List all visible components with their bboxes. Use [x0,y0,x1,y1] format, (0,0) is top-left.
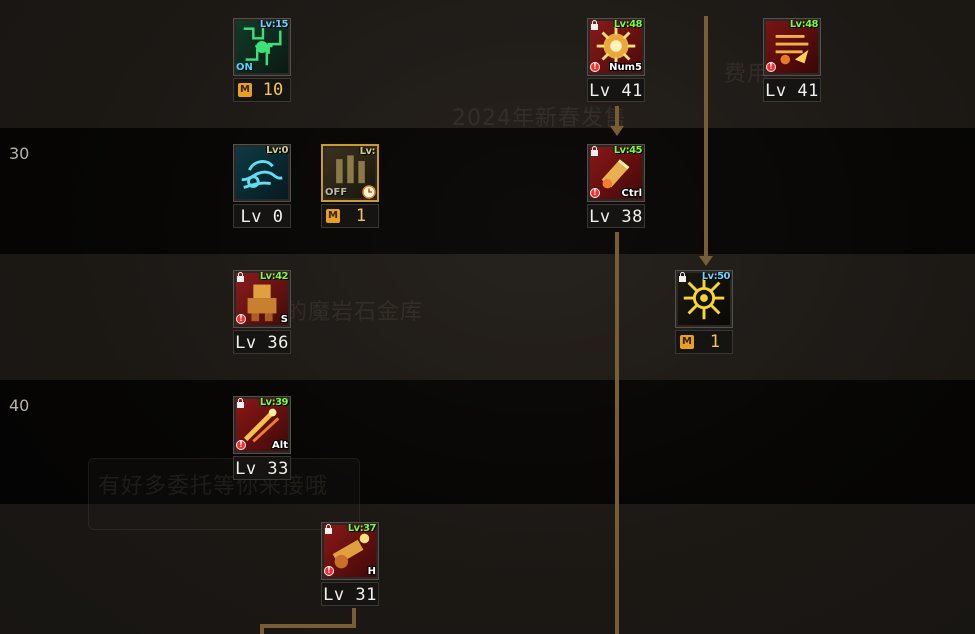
skill-level-value: Lv 41 [589,81,643,101]
level-row-label: 30 [9,144,30,163]
skill-slot[interactable]: Lv:39 ! Alt Lv 33 [231,396,293,482]
skill-level-value: Lv 41 [765,81,819,101]
required-level-tag: Lv:48 [613,19,643,30]
skill-level-box: Lv 36 [233,330,291,354]
sp-badge-icon: M [238,83,252,97]
hotkey-label: Alt [272,440,288,451]
skill-icon-frame[interactable]: Lv:0 [233,144,291,202]
skill-level-value: Lv 38 [589,207,643,227]
skill-point-box: M 10 [233,78,291,102]
alert-icon: ! [590,188,600,198]
lock-icon [679,272,686,282]
hotkey-label: S [280,314,288,325]
sp-cost-value: 10 [262,80,284,100]
skill-slot[interactable]: Lv:15 ON M 10 [231,18,293,104]
skill-connector-line [615,106,619,126]
skill-slot[interactable]: Lv:48 ! Lv 41 [761,18,823,104]
lock-icon [325,524,332,534]
row-band [0,128,975,254]
required-level-tag: Lv:42 [259,271,289,282]
skill-connector-arrow [610,126,624,136]
skill-level-value: Lv 36 [235,333,289,353]
required-level-tag: Lv:0 [266,145,288,156]
required-level-tag: Lv:39 [259,397,289,408]
skill-slot[interactable]: Lv:0 Lv 0 [231,144,293,230]
background-banner-text: 2024年新春发售 [452,106,627,131]
skill-slot[interactable]: Lv:37 ! H Lv 31 [319,522,381,608]
skill-slot[interactable]: Lv: OFF M 1 [319,144,381,230]
skill-level-box: Lv 0 [233,204,291,228]
skill-level-value: Lv 0 [240,207,284,227]
alert-icon: ! [766,62,776,72]
sp-cost-value: 1 [709,332,721,352]
sp-badge-icon: M [326,209,340,223]
background-notice-text: 有好多委托等你来接哦 [98,474,329,499]
required-level-tag: Lv:48 [789,19,819,30]
skill-slot[interactable]: Lv:45 ! Ctrl Lv 38 [585,144,647,230]
skill-icon-frame[interactable]: Lv:15 ON [233,18,291,76]
skill-slot[interactable]: Lv:50 M 1 [673,270,735,356]
skill-level-box: Lv 38 [587,204,645,228]
hotkey-label: Ctrl [621,188,642,199]
skill-icon-frame[interactable]: Lv:37 ! H [321,522,379,580]
skill-level-value: Lv 31 [323,585,377,605]
skill-icon-frame[interactable]: Lv: OFF [321,144,379,202]
alert-icon: ! [324,566,334,576]
hotkey-label: Num5 [609,62,642,73]
sp-cost-value: 1 [355,206,367,226]
skill-level-box: Lv 31 [321,582,379,606]
sp-badge-icon: M [680,335,694,349]
skill-icon-frame[interactable]: Lv:48 ! [763,18,821,76]
required-level-tag: Lv:15 [259,19,289,30]
skill-connector-arrow [699,256,713,266]
skill-icon-frame[interactable]: Lv:42 ! S [233,270,291,328]
level-row-label: 40 [9,396,30,415]
alert-icon: ! [236,440,246,450]
skill-icon-frame[interactable]: Lv:39 ! Alt [233,396,291,454]
row-band [0,254,975,380]
skill-icon-frame[interactable]: Lv:48 ! Num5 [587,18,645,76]
skill-icon-frame[interactable]: Lv:50 [675,270,733,328]
skill-connector-line [615,232,619,634]
lock-icon [591,20,598,30]
hotkey-label: H [367,566,376,577]
required-level-tag: Lv:45 [613,145,643,156]
skill-level-box: Lv 41 [587,78,645,102]
alert-icon: ! [590,62,600,72]
clock-icon [362,185,376,199]
required-level-tag: Lv:50 [701,271,731,282]
required-level-tag: Lv:37 [347,523,377,534]
lock-icon [591,146,598,156]
required-level-tag: Lv: [359,146,376,157]
skill-point-box: M 1 [675,330,733,354]
skill-icon-frame[interactable]: Lv:45 ! Ctrl [587,144,645,202]
skill-slot[interactable]: Lv:42 ! S Lv 36 [231,270,293,356]
skill-connector-line [260,624,264,634]
toggle-state-label: ON [236,62,253,73]
skill-level-value: Lv 33 [235,459,289,479]
skill-point-box: M 1 [321,204,379,228]
skill-connector-line [260,624,356,628]
lock-icon [237,272,244,282]
skill-connector-line [704,16,708,256]
alert-icon: ! [236,314,246,324]
toggle-state-label: OFF [325,187,348,198]
skill-level-box: Lv 41 [763,78,821,102]
skill-level-box: Lv 33 [233,456,291,480]
lock-icon [237,398,244,408]
skill-slot[interactable]: Lv:48 ! Num5 Lv 41 [585,18,647,104]
